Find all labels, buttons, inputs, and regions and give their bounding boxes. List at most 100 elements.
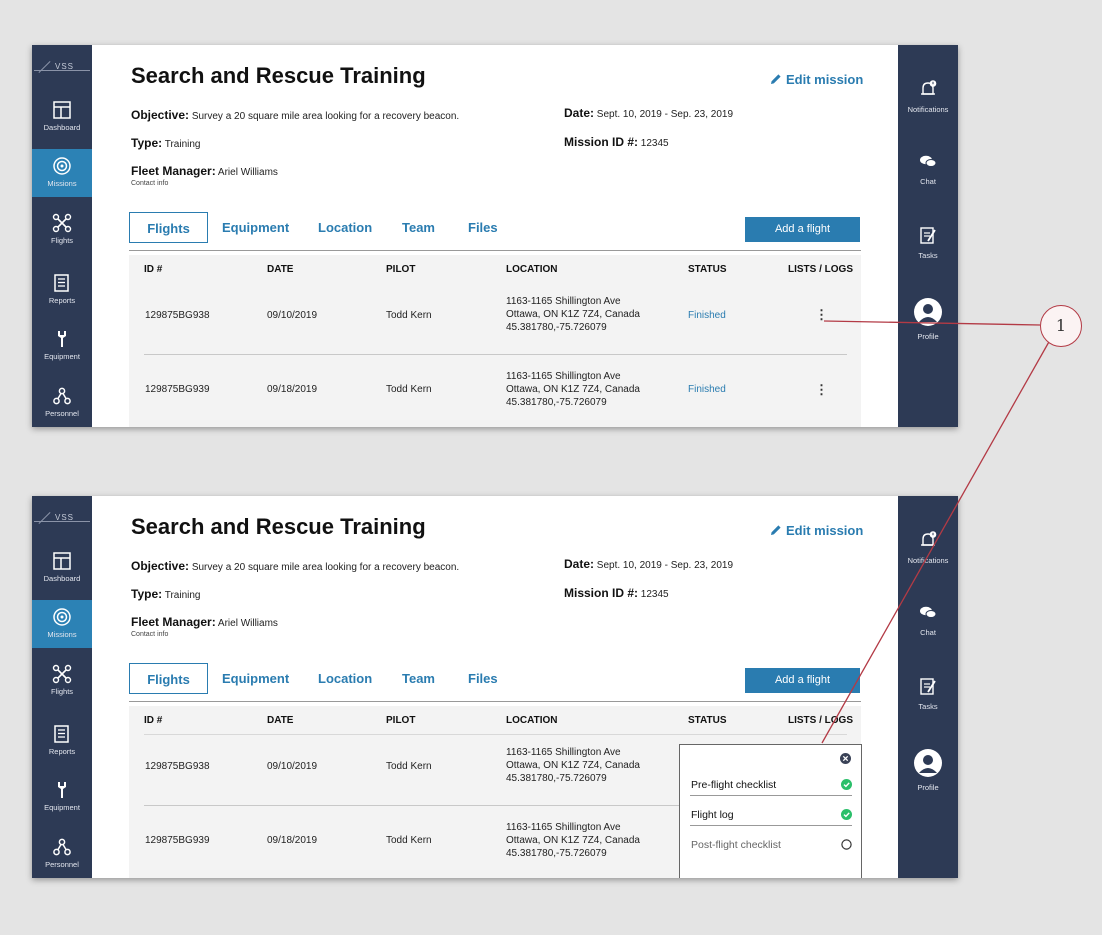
nav-missions[interactable]: Missions: [32, 600, 92, 648]
location-coordinates: 45.381780,-75.726079: [506, 322, 607, 333]
flight-location: 1163-1165 Shillington Ave Ottawa, ON K1Z…: [506, 746, 640, 785]
location-city: Ottawa, ON K1Z 7Z4, Canada: [506, 384, 640, 395]
tasks-button[interactable]: Tasks: [898, 225, 958, 260]
dashboard-icon: [32, 551, 92, 573]
mission-id: Mission ID #: 12345: [564, 586, 669, 600]
location-city: Ottawa, ON K1Z 7Z4, Canada: [506, 309, 640, 320]
location-coordinates: 45.381780,-75.726079: [506, 773, 607, 784]
date-label: Date:: [564, 557, 595, 571]
edit-mission-link[interactable]: Edit mission: [770, 72, 863, 87]
nav-personnel[interactable]: Personnel: [32, 379, 92, 427]
nav-dashboard[interactable]: Dashboard: [32, 93, 92, 141]
location-address: 1163-1165 Shillington Ave: [506, 747, 621, 758]
flight-id: 129875BG939: [145, 384, 210, 395]
pre-flight-checklist-item[interactable]: Pre-flight checklist: [690, 774, 852, 796]
tab-flights[interactable]: Flights: [129, 663, 208, 694]
mission-id-value: 12345: [640, 138, 669, 149]
objective: Objective: Survey a 20 square mile area …: [131, 559, 459, 573]
flight-pilot: Todd Kern: [386, 310, 432, 321]
check-icon: [841, 809, 852, 820]
add-flight-button[interactable]: Add a flight: [745, 217, 860, 242]
left-sidebar: VSS Dashboard Missions Flights Reports E…: [32, 496, 92, 878]
flight-location: 1163-1165 Shillington Ave Ottawa, ON K1Z…: [506, 295, 640, 334]
flight-status[interactable]: Finished: [688, 384, 726, 395]
dashboard-icon: [32, 100, 92, 122]
tab-team[interactable]: Team: [402, 663, 435, 694]
location-city: Ottawa, ON K1Z 7Z4, Canada: [506, 760, 640, 771]
tab-team[interactable]: Team: [402, 212, 435, 243]
tab-equipment[interactable]: Equipment: [222, 212, 289, 243]
edit-mission-link[interactable]: Edit mission: [770, 523, 863, 538]
tasks-button[interactable]: Tasks: [898, 676, 958, 711]
nav-reports[interactable]: Reports: [32, 266, 92, 314]
right-nav-label: Chat: [920, 177, 936, 186]
nav-dashboard[interactable]: Dashboard: [32, 544, 92, 592]
bell-icon: [921, 531, 937, 546]
nav-flights[interactable]: Flights: [32, 657, 92, 705]
popup-item-label: Flight log: [691, 809, 734, 821]
post-flight-checklist-item[interactable]: Post-flight checklist: [690, 834, 852, 856]
mission-id: Mission ID #: 12345: [564, 135, 669, 149]
nav-label: Reports: [48, 296, 76, 305]
tab-divider: [129, 701, 861, 702]
tab-files[interactable]: Files: [468, 663, 498, 694]
lists-logs-popup: Pre-flight checklist Flight log Post-fli…: [679, 744, 862, 878]
right-nav-label: Tasks: [918, 251, 938, 260]
pencil-icon: [771, 74, 781, 84]
nav-label: Flights: [50, 687, 74, 696]
fleet-manager: Fleet Manager: Ariel Williams: [131, 164, 278, 178]
wrench-icon: [32, 329, 92, 351]
flight-date: 09/10/2019: [267, 310, 318, 321]
nav-missions[interactable]: Missions: [32, 149, 92, 197]
notifications-button[interactable]: Notifications: [898, 530, 958, 565]
callout-badge: 1: [1040, 305, 1082, 347]
column-header-pilot: PILOT: [386, 715, 416, 726]
column-header-pilot: PILOT: [386, 264, 416, 275]
nav-label: Equipment: [44, 803, 80, 812]
nav-personnel[interactable]: Personnel: [32, 830, 92, 878]
kebab-menu-icon[interactable]: ⋮: [815, 383, 828, 396]
nav-equipment[interactable]: Equipment: [32, 773, 92, 821]
tab-files[interactable]: Files: [468, 212, 498, 243]
notifications-button[interactable]: Notifications: [898, 79, 958, 114]
kebab-menu-icon[interactable]: ⋮: [815, 308, 828, 321]
tab-flights[interactable]: Flights: [129, 212, 208, 243]
chat-button[interactable]: Chat: [898, 151, 958, 186]
personnel-icon: [32, 837, 92, 859]
column-header-status: STATUS: [688, 715, 727, 726]
add-flight-button[interactable]: Add a flight: [745, 668, 860, 693]
logo: VSS: [32, 496, 92, 536]
logo-slash: [38, 60, 51, 74]
page-title: Search and Rescue Training: [131, 63, 426, 88]
close-icon[interactable]: [840, 753, 851, 764]
flights-table: ID # DATE PILOT LOCATION STATUS LISTS / …: [129, 255, 861, 427]
column-header-date: DATE: [267, 715, 294, 726]
tab-location[interactable]: Location: [318, 212, 372, 243]
nav-reports[interactable]: Reports: [32, 717, 92, 765]
flight-pilot: Todd Kern: [386, 835, 432, 846]
mission-id-label: Mission ID #:: [564, 586, 639, 600]
pencil-icon: [771, 525, 781, 535]
nav-equipment[interactable]: Equipment: [32, 322, 92, 370]
contact-info-link[interactable]: Contact info: [131, 631, 168, 638]
profile-button[interactable]: Profile: [898, 749, 958, 792]
tab-equipment[interactable]: Equipment: [222, 663, 289, 694]
contact-info-link[interactable]: Contact info: [131, 180, 168, 187]
nav-label: Reports: [48, 747, 76, 756]
date-value: Sept. 10, 2019 - Sep. 23, 2019: [596, 109, 734, 120]
tab-location[interactable]: Location: [318, 663, 372, 694]
profile-button[interactable]: Profile: [898, 298, 958, 341]
nav-flights[interactable]: Flights: [32, 206, 92, 254]
nav-label: Dashboard: [43, 123, 81, 132]
flight-log-item[interactable]: Flight log: [690, 804, 852, 826]
flight-pilot: Todd Kern: [386, 384, 432, 395]
row-divider: [144, 354, 847, 355]
fleet-manager-value: Ariel Williams: [217, 618, 278, 629]
target-icon: [32, 607, 92, 629]
chat-button[interactable]: Chat: [898, 602, 958, 637]
nav-label: Personnel: [45, 860, 79, 869]
flight-status[interactable]: Finished: [688, 310, 726, 321]
right-nav-label: Profile: [917, 332, 939, 341]
reports-icon: [32, 724, 92, 746]
chat-icon: [920, 155, 937, 167]
